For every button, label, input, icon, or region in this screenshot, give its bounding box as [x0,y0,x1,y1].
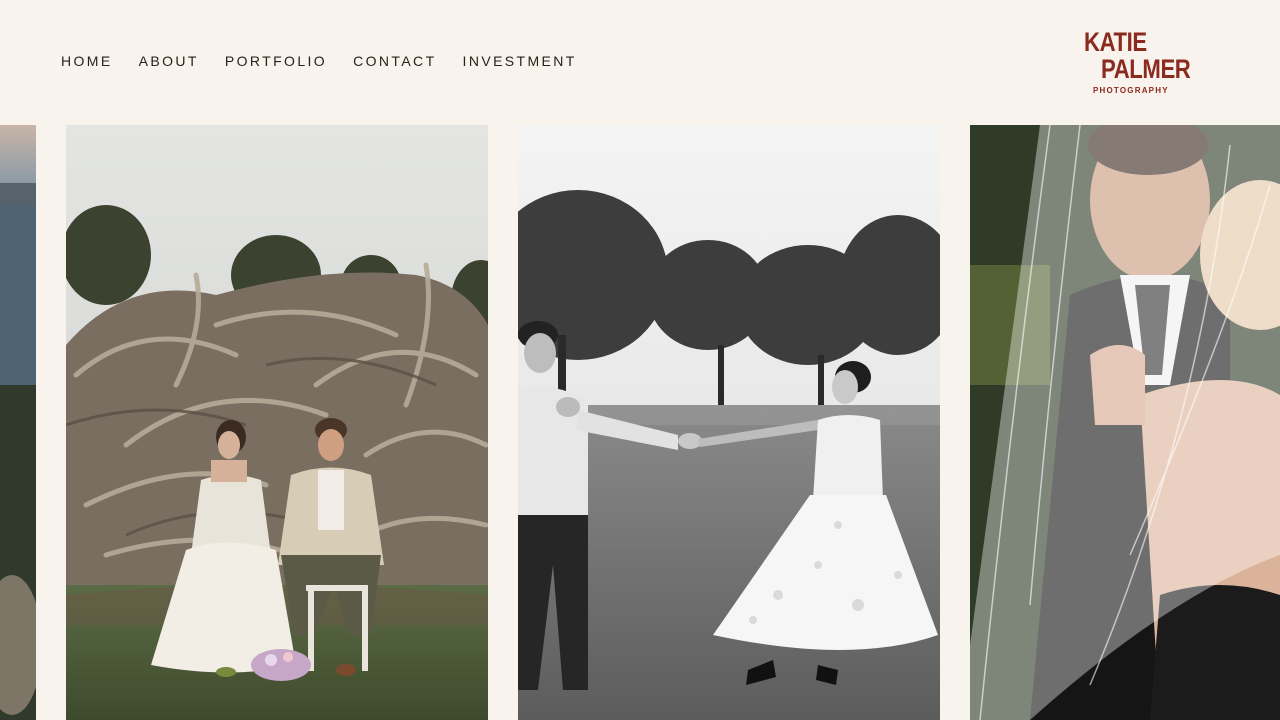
gallery-photo-seated-couple[interactable] [66,125,488,720]
nav-investment-link[interactable]: INVESTMENT [463,52,577,70]
nav-contact-link[interactable]: CONTACT [353,52,436,70]
gallery-photo-coast[interactable] [0,125,36,720]
brand-logo[interactable]: KATIE PALMER PHOTOGRAPHY [1084,28,1194,98]
logo-line-photography: PHOTOGRAPHY [1093,86,1169,95]
gallery-photo-veil-embrace[interactable] [970,125,1280,720]
site-header: HOME ABOUT PORTFOLIO CONTACT INVESTMENT … [0,0,1280,125]
main-nav: HOME ABOUT PORTFOLIO CONTACT INVESTMENT [61,52,603,70]
nav-portfolio-link[interactable]: PORTFOLIO [225,52,327,70]
nav-home-link[interactable]: HOME [61,52,113,70]
photo-gallery [0,125,1280,720]
nav-about-link[interactable]: ABOUT [139,52,199,70]
logo-line-katie: KATIE [1084,27,1147,57]
logo-line-palmer: PALMER [1101,54,1191,84]
gallery-photo-bw-couple-field[interactable] [518,125,940,720]
